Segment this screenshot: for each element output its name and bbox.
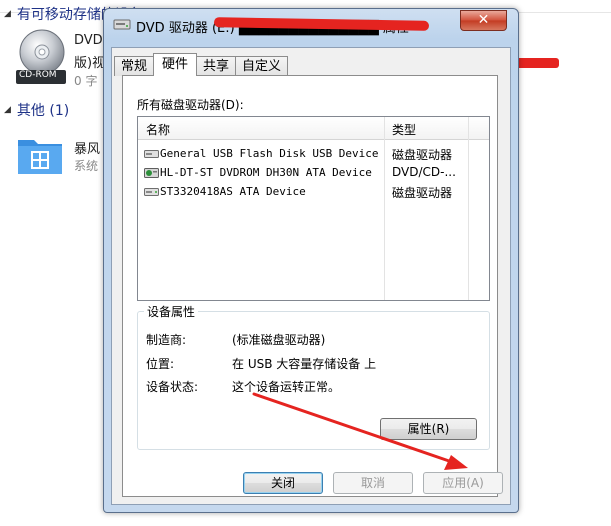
tab-hardware[interactable]: 硬件 (153, 53, 198, 76)
annotation-arrow (252, 392, 468, 470)
